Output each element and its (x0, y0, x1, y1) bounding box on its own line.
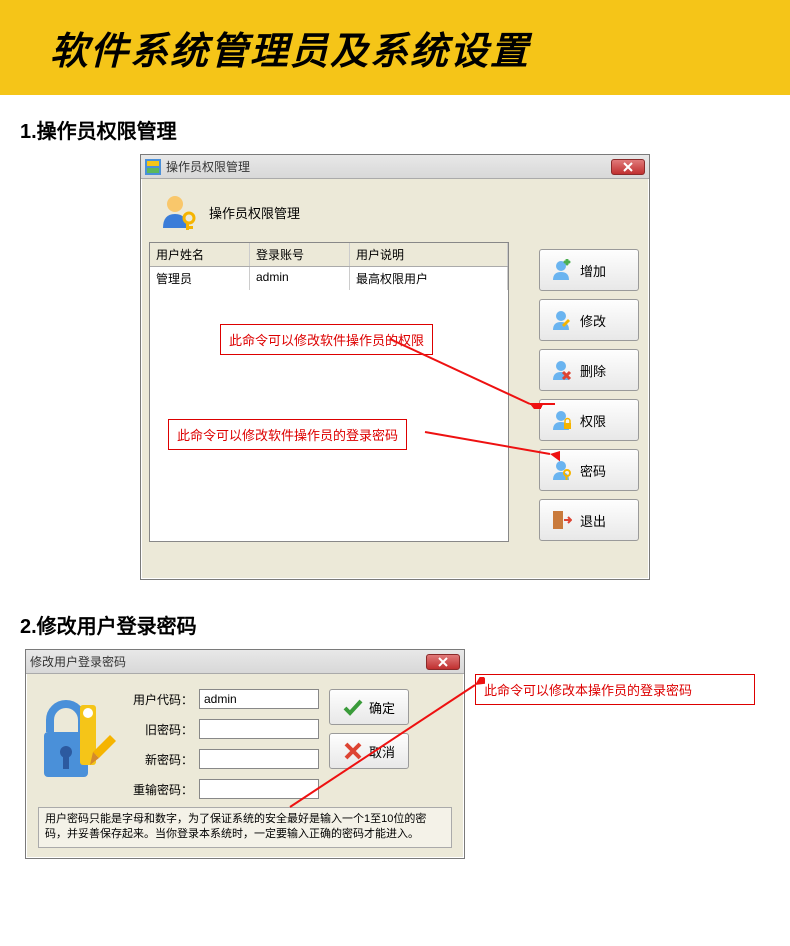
newpwd-label: 新密码： (128, 751, 193, 768)
titlebar2[interactable]: 修改用户登录密码 (26, 650, 464, 674)
usercode-input[interactable] (199, 689, 319, 709)
edit-button[interactable]: 修改 (539, 299, 639, 341)
annotation-pwd-dialog: 此命令可以修改本操作员的登录密码 (475, 674, 755, 705)
col-account: 登录账号 (250, 243, 350, 266)
exit-icon (550, 509, 572, 531)
exit-label: 退出 (580, 511, 606, 530)
page-title: 软件系统管理员及系统设置 (50, 20, 740, 75)
add-label: 增加 (580, 261, 606, 280)
panel-header: 操作员权限管理 (149, 187, 641, 237)
header-banner: 软件系统管理员及系统设置 (0, 0, 790, 95)
dialog2-container: 修改用户登录密码 用户代码： (25, 649, 765, 899)
edit-user-icon (550, 309, 572, 331)
plus-user-icon (550, 259, 572, 281)
titlebar[interactable]: 操作员权限管理 (141, 155, 649, 179)
usercode-label: 用户代码： (128, 691, 193, 708)
form: 用户代码： 旧密码： 新密码： 重输密码： (128, 684, 319, 799)
table-row[interactable]: 管理员 admin 最高权限用户 (150, 267, 508, 290)
cell-name: 管理员 (150, 267, 250, 290)
x-icon (343, 741, 363, 761)
window-title2: 修改用户登录密码 (30, 653, 426, 670)
user-key-icon (159, 192, 199, 232)
close-button[interactable] (611, 159, 645, 175)
delete-button[interactable]: 删除 (539, 349, 639, 391)
close-icon (623, 162, 633, 172)
close-icon (438, 657, 448, 667)
exit-button[interactable]: 退出 (539, 499, 639, 541)
newpwd-input[interactable] (199, 749, 319, 769)
repwd-label: 重输密码： (128, 781, 193, 798)
check-icon (343, 697, 363, 717)
user-table[interactable]: 用户姓名 登录账号 用户说明 管理员 admin 最高权限用户 (149, 242, 509, 542)
edit-label: 修改 (580, 311, 606, 330)
app-icon (145, 159, 161, 175)
operator-permission-dialog: 操作员权限管理 操作员权限管理 (140, 154, 650, 580)
password-button[interactable]: 密码 (539, 449, 639, 491)
table-header: 用户姓名 登录账号 用户说明 (150, 243, 508, 267)
annotation-password: 此命令可以修改软件操作员的登录密码 (168, 419, 407, 450)
button-column: 确定 取消 (329, 684, 409, 799)
lock-user-icon (550, 409, 572, 431)
side-buttons: 增加 修改 删除 权限 密码 (539, 249, 639, 541)
lock-key-pencil-icon (38, 697, 118, 787)
delete-user-icon (550, 359, 572, 381)
oldpwd-input[interactable] (199, 719, 319, 739)
section2-title: 2.修改用户登录密码 (20, 610, 770, 639)
ok-button[interactable]: 确定 (329, 689, 409, 725)
cancel-button[interactable]: 取消 (329, 733, 409, 769)
window-title: 操作员权限管理 (166, 158, 611, 175)
col-desc: 用户说明 (350, 243, 508, 266)
pwd-label: 密码 (580, 461, 606, 480)
panel-title: 操作员权限管理 (209, 203, 300, 222)
key-user-icon (550, 459, 572, 481)
perm-label: 权限 (580, 411, 606, 430)
permission-button[interactable]: 权限 (539, 399, 639, 441)
add-button[interactable]: 增加 (539, 249, 639, 291)
delete-label: 删除 (580, 361, 606, 380)
repwd-input[interactable] (199, 779, 319, 799)
password-hint: 用户密码只能是字母和数字，为了保证系统的安全最好是输入一个1至10位的密码，并妥… (38, 807, 452, 848)
cell-desc: 最高权限用户 (350, 267, 508, 290)
ok-label: 确定 (369, 698, 395, 717)
cancel-label: 取消 (369, 742, 395, 761)
annotation-permission: 此命令可以修改软件操作员的权限 (220, 324, 433, 355)
change-password-dialog: 修改用户登录密码 用户代码： (25, 649, 465, 859)
oldpwd-label: 旧密码： (128, 721, 193, 738)
section1-title: 1.操作员权限管理 (20, 115, 770, 144)
cell-account: admin (250, 267, 350, 290)
col-username: 用户姓名 (150, 243, 250, 266)
dialog1-container: 操作员权限管理 操作员权限管理 (140, 154, 650, 580)
close-button2[interactable] (426, 654, 460, 670)
